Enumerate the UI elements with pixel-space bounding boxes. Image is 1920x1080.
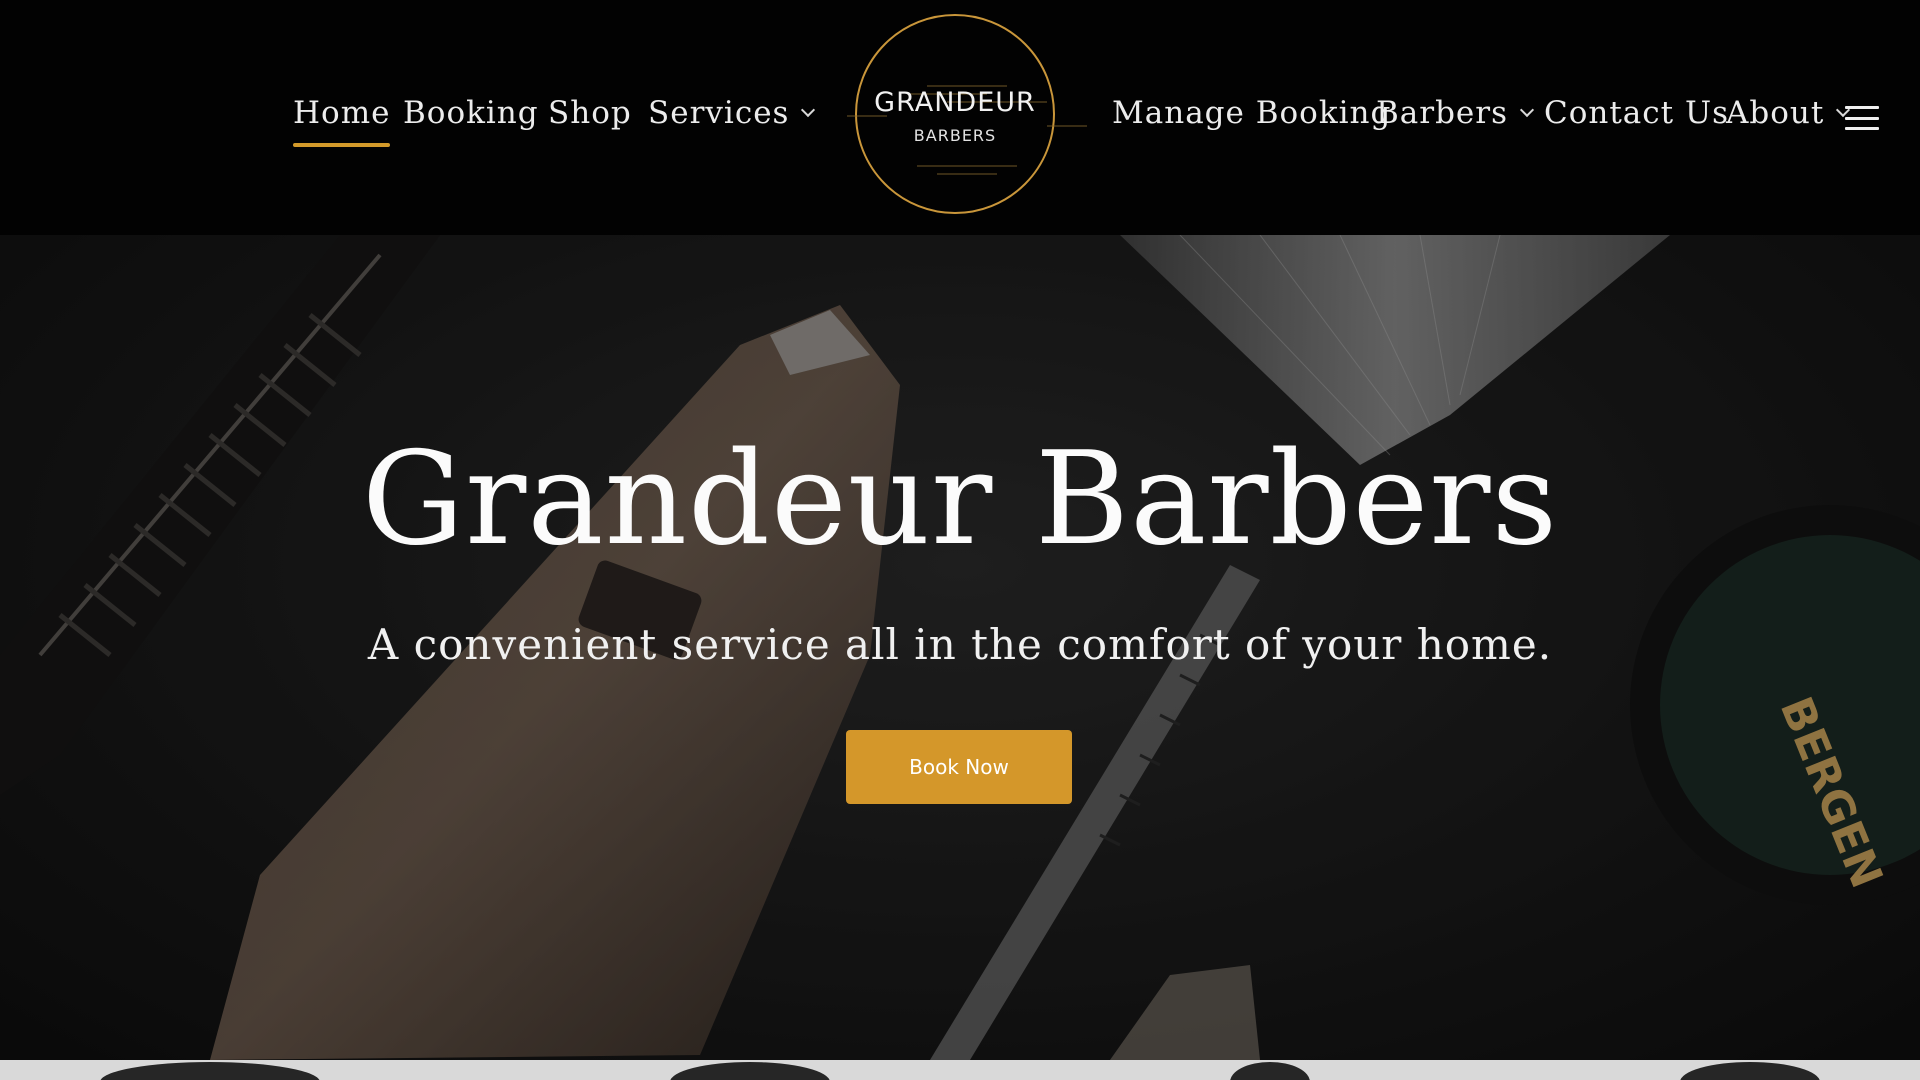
logo-wordmark: GRANDEUR: [874, 87, 1036, 118]
nav-contact[interactable]: Contact Us: [1544, 95, 1729, 131]
nav-contact-label: Contact Us: [1544, 95, 1729, 131]
hero-subtitle: A convenient service all in the comfort …: [367, 620, 1553, 669]
site-header: Home Booking Shop Services GRANDEUR BARB…: [0, 0, 1920, 235]
nav-booking[interactable]: Booking: [403, 95, 539, 131]
site-logo[interactable]: GRANDEUR BARBERS: [847, 14, 1087, 214]
nav-manage-booking-label: Manage Booking: [1112, 95, 1392, 131]
logo-subtitle: BARBERS: [913, 126, 997, 145]
chevron-down-icon: [1519, 102, 1535, 118]
nav-manage-booking[interactable]: Manage Booking: [1112, 95, 1391, 131]
hero-section: BERGEN Grandeur Barbers A convenient ser…: [0, 235, 1920, 1060]
nav-booking-label: Booking: [403, 95, 539, 131]
hero-title: Grandeur Barbers: [361, 425, 1559, 574]
nav-shop[interactable]: Shop: [548, 95, 632, 131]
chevron-down-icon: [801, 102, 816, 118]
next-section-preview: [0, 1060, 1920, 1080]
active-underline: [293, 143, 391, 147]
nav-shop-label: Shop: [548, 95, 632, 131]
book-now-button[interactable]: Book Now: [846, 730, 1072, 804]
nav-barbers-label: Barbers: [1376, 95, 1508, 131]
nav-about-label: About: [1726, 95, 1825, 131]
nav-services[interactable]: Services: [648, 95, 816, 131]
nav-home-label: Home: [293, 95, 391, 131]
nav-barbers[interactable]: Barbers: [1376, 95, 1535, 131]
nav-services-label: Services: [648, 95, 790, 131]
nav-about[interactable]: About: [1726, 95, 1851, 131]
hamburger-icon[interactable]: [1845, 106, 1879, 130]
nav-home[interactable]: Home: [293, 95, 391, 147]
